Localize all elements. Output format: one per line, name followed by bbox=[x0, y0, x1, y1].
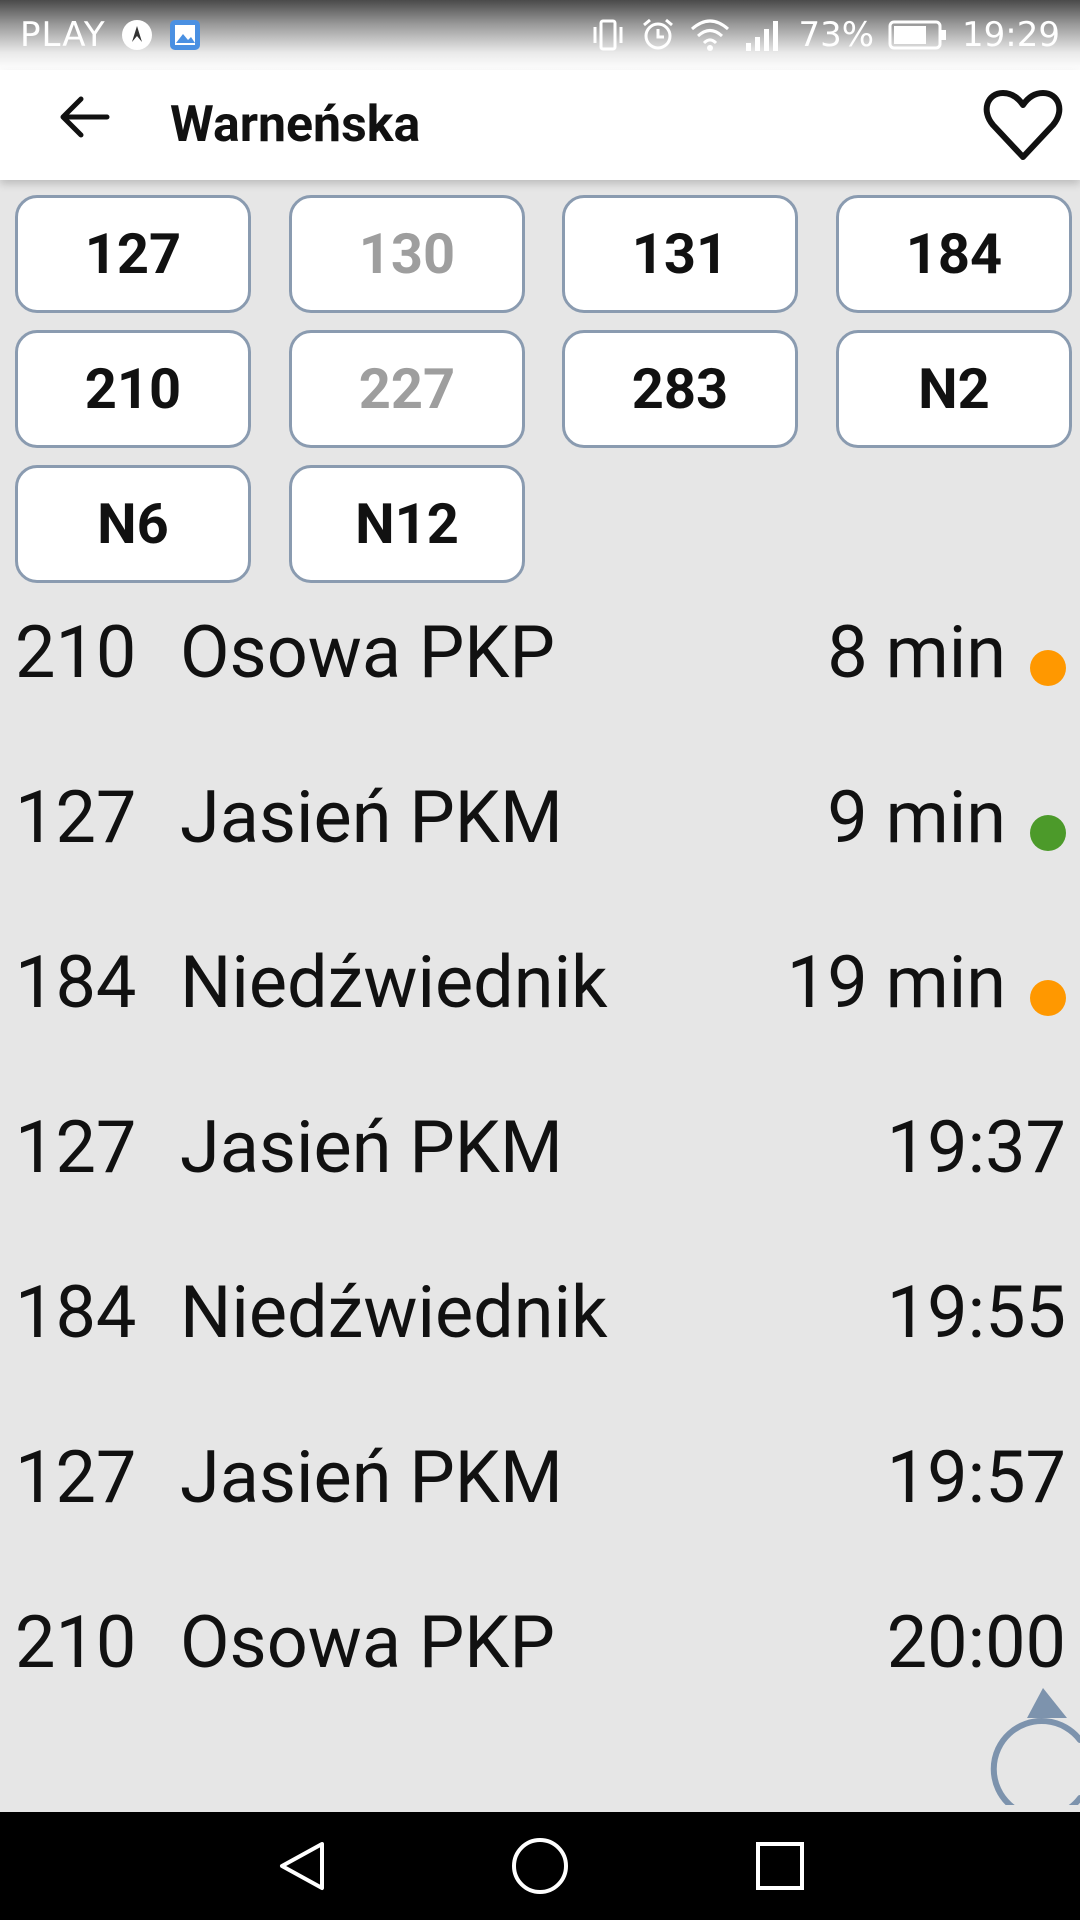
route-chip-n6[interactable]: N6 bbox=[15, 465, 251, 583]
departure-time: 19:57 bbox=[886, 1435, 1066, 1520]
route-chip-283[interactable]: 283 bbox=[562, 330, 798, 448]
departure-route: 184 bbox=[15, 1270, 137, 1355]
arrow-left-icon bbox=[60, 96, 110, 138]
circle-home-icon bbox=[512, 1838, 568, 1894]
departure-row[interactable]: 127 Jasień PKM 9 min bbox=[0, 735, 1080, 900]
route-chip-n2[interactable]: N2 bbox=[836, 330, 1072, 448]
status-bar: PLAY 73% 19:29 bbox=[0, 0, 1080, 70]
route-chip-210[interactable]: 210 bbox=[15, 330, 251, 448]
realtime-status-dot bbox=[1030, 815, 1066, 851]
departure-time: 19:55 bbox=[886, 1270, 1066, 1355]
square-recents-icon bbox=[756, 1842, 804, 1890]
departure-destination: Jasień PKM bbox=[180, 1435, 563, 1520]
departure-time: 20:00 bbox=[886, 1600, 1066, 1685]
refresh-button[interactable] bbox=[975, 1680, 1080, 1820]
vibrate-icon bbox=[590, 17, 626, 53]
departure-destination: Niedźwiednik bbox=[180, 940, 608, 1025]
heart-icon bbox=[983, 90, 1063, 160]
departure-route: 184 bbox=[15, 940, 137, 1025]
departure-row[interactable]: 127 Jasień PKM 19:37 bbox=[0, 1065, 1080, 1230]
departure-destination: Osowa PKP bbox=[180, 1600, 555, 1685]
departure-destination: Osowa PKP bbox=[180, 610, 555, 695]
departure-time: 8 min bbox=[827, 610, 1006, 695]
departure-row[interactable]: 210 Osowa PKP 8 min bbox=[0, 570, 1080, 735]
nav-recents-button[interactable] bbox=[748, 1834, 812, 1898]
nav-home-button[interactable] bbox=[508, 1834, 572, 1898]
nav-back-button[interactable] bbox=[270, 1834, 334, 1898]
departure-row[interactable]: 184 Niedźwiednik 19 min bbox=[0, 900, 1080, 1065]
refresh-icon bbox=[990, 1688, 1080, 1820]
route-chip-127[interactable]: 127 bbox=[15, 195, 251, 313]
system-nav-bar bbox=[0, 1812, 1080, 1920]
departure-route: 127 bbox=[15, 1435, 137, 1520]
departure-row[interactable]: 184 Niedźwiednik 19:55 bbox=[0, 1230, 1080, 1395]
departure-route: 127 bbox=[15, 775, 137, 860]
departure-destination: Jasień PKM bbox=[180, 775, 563, 860]
wifi-icon bbox=[690, 17, 730, 53]
route-chip-130[interactable]: 130 bbox=[289, 195, 525, 313]
signal-icon bbox=[744, 17, 784, 53]
route-chip-n12[interactable]: N12 bbox=[289, 465, 525, 583]
departure-row[interactable]: 127 Jasień PKM 19:57 bbox=[0, 1395, 1080, 1560]
departure-destination: Niedźwiednik bbox=[180, 1270, 608, 1355]
departure-destination: Jasień PKM bbox=[180, 1105, 563, 1190]
app-notification-icon bbox=[120, 18, 154, 52]
route-chip-227[interactable]: 227 bbox=[289, 330, 525, 448]
clock: 19:29 bbox=[962, 15, 1060, 55]
realtime-status-dot bbox=[1030, 980, 1066, 1016]
favorite-button[interactable] bbox=[978, 80, 1068, 170]
page-title: Warneńska bbox=[170, 96, 421, 154]
departure-time: 19 min bbox=[786, 940, 1006, 1025]
battery-percent: 73% bbox=[798, 15, 875, 55]
departure-row[interactable]: 210 Osowa PKP 20:00 bbox=[0, 1560, 1080, 1725]
alarm-icon bbox=[640, 17, 676, 53]
back-button[interactable] bbox=[50, 82, 120, 152]
route-chip-184[interactable]: 184 bbox=[836, 195, 1072, 313]
departure-time: 19:37 bbox=[886, 1105, 1066, 1190]
route-chip-131[interactable]: 131 bbox=[562, 195, 798, 313]
gallery-notification-icon bbox=[168, 18, 202, 52]
departure-route: 127 bbox=[15, 1105, 137, 1190]
departure-route: 210 bbox=[15, 1600, 137, 1685]
departure-route: 210 bbox=[15, 610, 137, 695]
battery-icon bbox=[888, 19, 948, 51]
triangle-back-icon bbox=[280, 1842, 324, 1890]
carrier-label: PLAY bbox=[20, 15, 106, 55]
app-bar: Warneńska bbox=[0, 70, 1080, 180]
departure-time: 9 min bbox=[827, 775, 1006, 860]
realtime-status-dot bbox=[1030, 650, 1066, 686]
